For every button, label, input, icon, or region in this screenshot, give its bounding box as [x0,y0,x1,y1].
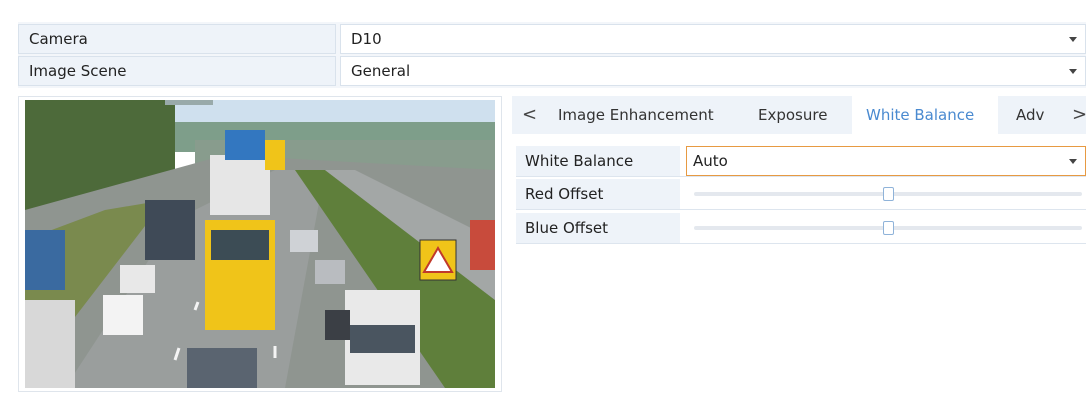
camera-row: Camera D10 [18,24,1086,54]
white-balance-label: White Balance [516,146,680,176]
white-balance-value: Auto [693,152,728,170]
camera-label: Camera [18,24,336,54]
image-scene-row: Image Scene General [18,56,1086,86]
red-offset-label: Red Offset [516,179,680,209]
chevron-down-icon [1069,159,1077,164]
chevron-down-icon [1069,69,1077,74]
chevron-down-icon [1069,37,1077,42]
tab-prev-arrow[interactable]: < [522,96,537,134]
image-scene-select-value: General [351,62,411,80]
red-offset-row: Red Offset [516,179,1086,210]
image-scene-select[interactable]: General [340,56,1086,86]
camera-select[interactable]: D10 [340,24,1086,54]
white-balance-panel: White Balance Auto Red Offset Blue Offse… [516,144,1086,246]
blue-offset-slider-handle[interactable] [882,221,894,235]
blue-offset-row: Blue Offset [516,213,1086,244]
tab-next-arrow[interactable]: > [1072,96,1086,134]
tab-exposure[interactable]: Exposure [758,96,827,134]
image-settings-tabs: < Image Enhancement Exposure White Balan… [512,96,1086,134]
camera-select-value: D10 [351,30,382,48]
tab-white-balance[interactable]: White Balance [852,96,998,134]
camera-live-image [25,100,495,388]
white-balance-row: White Balance Auto [516,146,1086,177]
tab-advanced[interactable]: Adv [1016,96,1044,134]
tab-image-enhancement[interactable]: Image Enhancement [558,96,714,134]
camera-settings-panel: Camera D10 Image Scene General [18,22,1086,88]
white-balance-select[interactable]: Auto [686,146,1086,176]
camera-preview [18,96,502,392]
image-scene-label: Image Scene [18,56,336,86]
red-offset-slider-handle[interactable] [882,187,894,201]
blue-offset-label: Blue Offset [516,213,680,243]
